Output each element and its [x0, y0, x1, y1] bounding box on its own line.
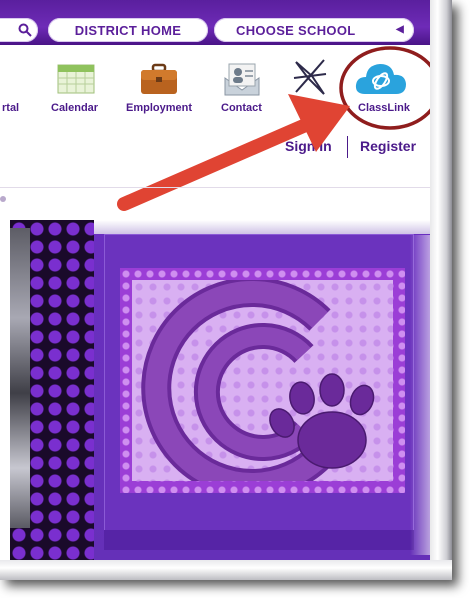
panel-glare: [410, 235, 430, 555]
annotation-arrow: [117, 94, 350, 211]
nav-label-calendar[interactable]: Calendar: [51, 102, 98, 114]
choose-school-dropdown[interactable]: CHOOSE SCHOOL ◀: [214, 18, 414, 42]
caret-left-icon: ◀: [396, 24, 404, 35]
hero-panel-top-edge: [94, 220, 430, 234]
browser-screenshot-frame: DISTRICT HOME CHOOSE SCHOOL ◀ rtal Calen…: [0, 0, 452, 580]
search-button[interactable]: [0, 18, 38, 42]
school-logo-c-paw-icon: [141, 280, 375, 481]
calendar-icon[interactable]: [57, 64, 95, 94]
divider: [0, 187, 430, 188]
district-home-button[interactable]: DISTRICT HOME: [48, 18, 208, 42]
hero-photo-edge: [10, 228, 30, 528]
register-link[interactable]: Register: [360, 138, 416, 154]
district-home-label: DISTRICT HOME: [74, 22, 182, 38]
choose-school-label: CHOOSE SCHOOL: [236, 22, 356, 38]
frame-bevel-right: [430, 0, 452, 580]
nav-label-portal[interactable]: rtal: [2, 102, 19, 114]
search-icon: [18, 23, 32, 37]
frame-bevel-bottom: [0, 560, 452, 580]
bullet-mark: [0, 196, 6, 202]
hero-panel-footer: [104, 530, 414, 550]
